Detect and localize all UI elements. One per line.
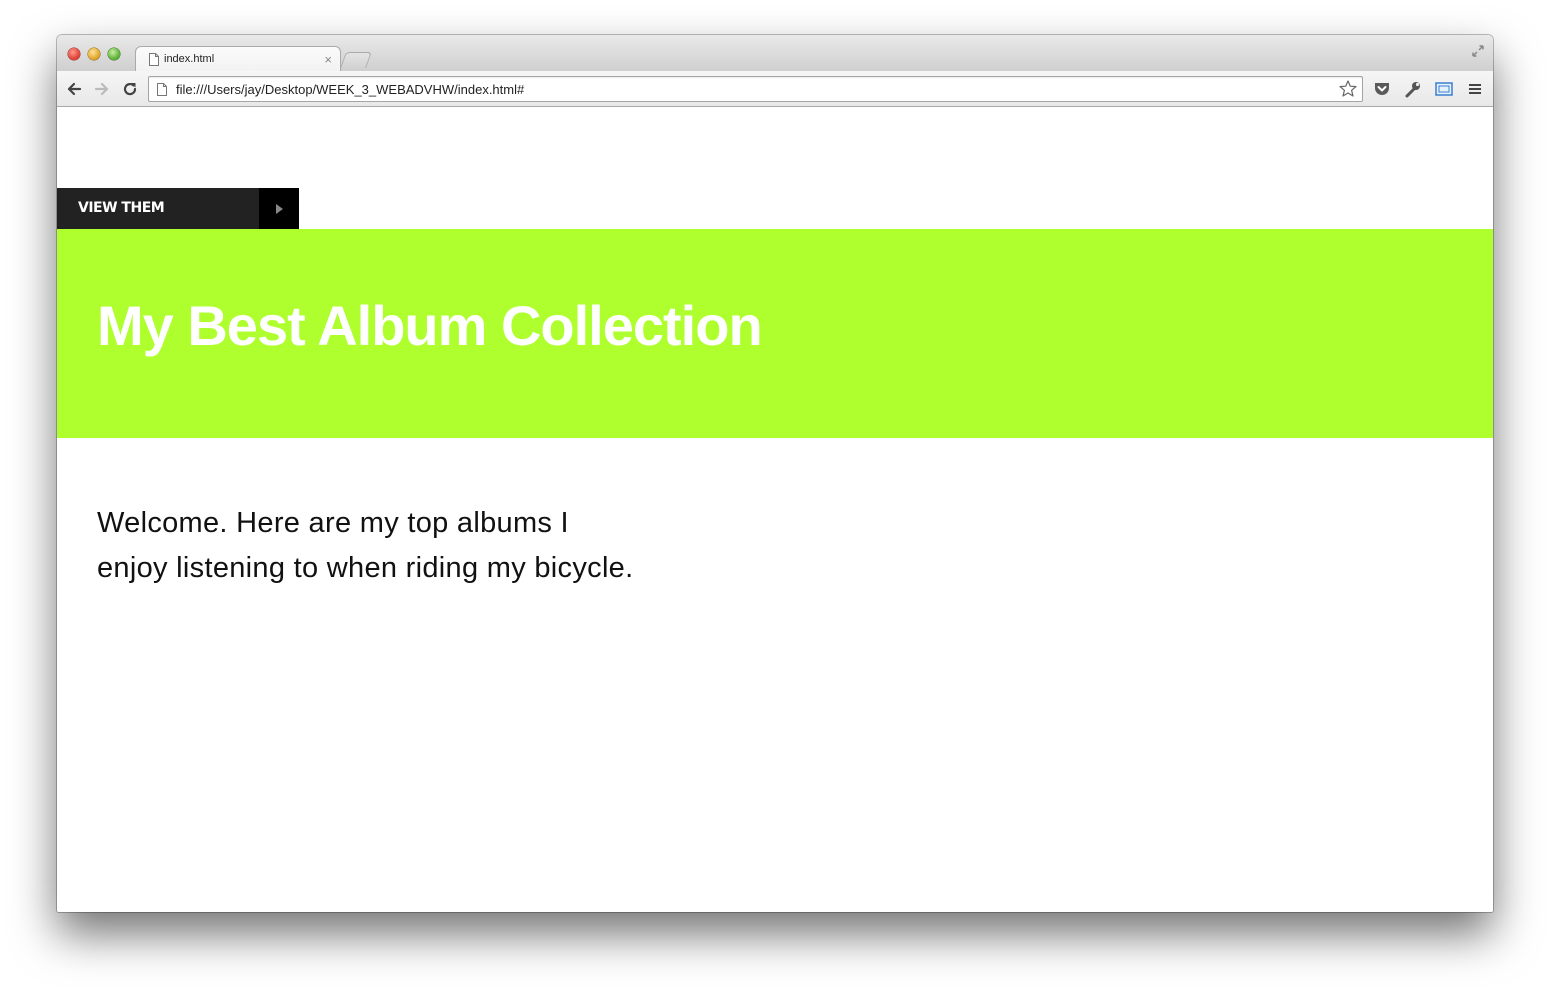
tab-strip: index.html × (57, 35, 1493, 72)
tab-index[interactable]: index.html × (135, 46, 341, 72)
view-them-button[interactable]: VIEW THEM (57, 188, 299, 230)
browser-window: index.html × file:///Users/jay/Desktop/W… (57, 35, 1493, 912)
reload-icon[interactable] (121, 80, 139, 98)
pocket-icon[interactable] (1372, 79, 1392, 99)
star-icon[interactable] (1338, 79, 1358, 99)
wrench-icon[interactable] (1403, 79, 1423, 99)
intro-text: Welcome. Here are my top albums I enjoy … (97, 501, 717, 591)
screen-icon[interactable] (1434, 79, 1454, 99)
view-them-arrow[interactable] (259, 188, 299, 230)
window-zoom-button[interactable] (108, 48, 120, 60)
back-arrow-icon[interactable] (65, 80, 83, 98)
fullscreen-icon[interactable] (1471, 44, 1485, 58)
hero-banner: My Best Album Collection (57, 229, 1493, 438)
intro-line-1: Welcome. Here are my top albums I (97, 507, 569, 539)
play-icon (276, 204, 283, 214)
menu-icon[interactable] (1465, 79, 1485, 99)
forward-arrow-icon[interactable] (93, 80, 111, 98)
browser-toolbar: file:///Users/jay/Desktop/WEEK_3_WEBADVH… (57, 71, 1493, 107)
url-text[interactable]: file:///Users/jay/Desktop/WEEK_3_WEBADVH… (176, 82, 524, 97)
window-close-button[interactable] (68, 48, 80, 60)
new-tab-button[interactable] (340, 52, 372, 68)
tab-title: index.html (164, 53, 215, 65)
tab-close-icon[interactable]: × (324, 52, 332, 67)
view-them-label: VIEW THEM (78, 200, 165, 216)
page-title: My Best Album Collection (97, 294, 763, 357)
page-icon (157, 83, 167, 96)
address-bar[interactable]: file:///Users/jay/Desktop/WEEK_3_WEBADVH… (148, 76, 1363, 102)
window-minimize-button[interactable] (88, 48, 100, 60)
intro-line-2: enjoy listening to when riding my bicycl… (97, 552, 634, 584)
page-icon (149, 53, 159, 66)
page-viewport: VIEW THEM My Best Album Collection Welco… (57, 108, 1493, 912)
